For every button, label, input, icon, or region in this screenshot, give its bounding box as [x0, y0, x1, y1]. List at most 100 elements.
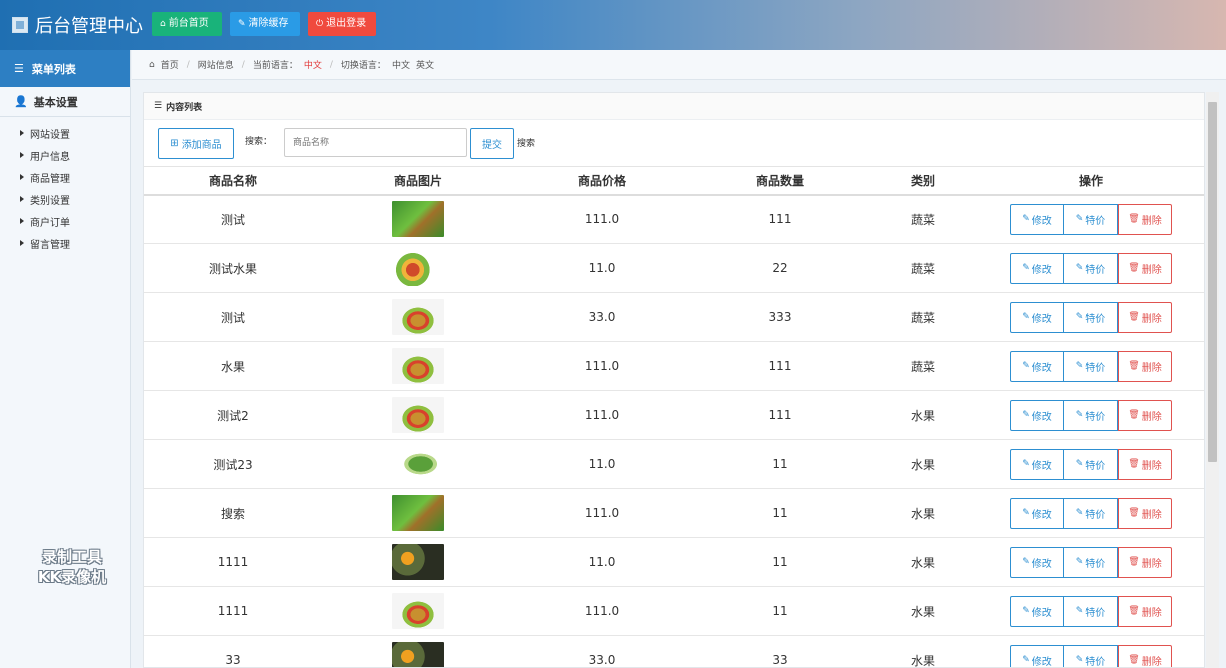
- product-quantity: 33: [690, 635, 870, 667]
- delete-button[interactable]: 🗑 删除: [1118, 644, 1172, 667]
- breadcrumb-home[interactable]: 首页: [161, 58, 179, 71]
- breadcrumb-page[interactable]: 网站信息: [198, 58, 234, 71]
- brand: 后台管理中心: [12, 12, 143, 38]
- special-price-button[interactable]: ✎ 特价: [1064, 497, 1118, 529]
- product-name: 测试: [144, 292, 322, 342]
- delete-button[interactable]: 🗑 删除: [1118, 350, 1172, 382]
- trash-icon: 🗑: [1128, 606, 1140, 616]
- search-label: 搜索：: [245, 137, 273, 147]
- sidebar-item-product-management[interactable]: 商品管理: [0, 166, 130, 188]
- sidebar-item-site-settings[interactable]: 网站设置: [0, 122, 130, 144]
- column-header-name: 商品名称: [144, 166, 322, 196]
- sidebar-item-label: 网站设置: [30, 129, 70, 141]
- special-price-button[interactable]: ✎ 特价: [1064, 399, 1118, 431]
- edit-icon: ✎: [1022, 214, 1030, 225]
- toolbar: ⊞ 添加商品 搜索： 提交 搜索: [144, 120, 1204, 166]
- special-price-button[interactable]: ✎ 特价: [1064, 301, 1118, 333]
- product-quantity: 11: [690, 586, 870, 636]
- caret-right-icon: [20, 152, 24, 158]
- watermark-line1: 录制工具: [41, 548, 102, 566]
- sidebar-item-category-settings[interactable]: 类别设置: [0, 188, 130, 210]
- edit-icon: ✎: [1075, 508, 1084, 518]
- row-actions: ✎ 修改 ✎ 特价 🗑 删除: [976, 292, 1204, 342]
- column-header-quantity: 商品数量: [690, 166, 870, 196]
- special-price-button[interactable]: ✎ 特价: [1064, 350, 1118, 382]
- delete-button[interactable]: 🗑 删除: [1118, 399, 1172, 431]
- breadcrumb-separator: /: [329, 59, 333, 70]
- table-row: 水果 111.0 111 蔬菜 ✎ 修改 ✎ 特价 🗑 删除: [144, 341, 1204, 391]
- search-input[interactable]: [284, 128, 467, 157]
- edit-button[interactable]: ✎ 修改: [1010, 203, 1064, 235]
- special-price-button[interactable]: ✎ 特价: [1064, 252, 1118, 284]
- product-image-cell: [322, 243, 514, 293]
- sidebar-item-label: 商品管理: [30, 173, 70, 185]
- product-image-cell: [322, 194, 514, 244]
- switch-language-english[interactable]: 英文: [416, 58, 434, 71]
- trash-icon: 🗑: [1128, 410, 1140, 420]
- table-row: 测试23 11.0 11 水果 ✎ 修改 ✎ 特价 🗑 删除: [144, 439, 1204, 489]
- delete-button[interactable]: 🗑 删除: [1118, 546, 1172, 578]
- edit-icon: ✎: [1075, 361, 1084, 371]
- sidebar-item-user-info[interactable]: 用户信息: [0, 144, 130, 166]
- special-price-button[interactable]: ✎ 特价: [1064, 644, 1118, 667]
- vertical-scrollbar[interactable]: [1206, 92, 1219, 668]
- switch-language-chinese[interactable]: 中文: [392, 58, 410, 71]
- table-row: 测试 33.0 333 蔬菜 ✎ 修改 ✎ 特价 🗑 删除: [144, 292, 1204, 342]
- add-product-button[interactable]: ⊞ 添加商品: [158, 128, 234, 159]
- edit-button[interactable]: ✎ 修改: [1010, 546, 1064, 578]
- delete-button[interactable]: 🗑 删除: [1118, 252, 1172, 284]
- product-quantity: 11: [690, 537, 870, 587]
- product-thumbnail: [392, 299, 444, 335]
- row-actions: ✎ 修改 ✎ 特价 🗑 删除: [976, 194, 1204, 244]
- product-price: 111.0: [514, 194, 690, 244]
- edit-icon: ✎: [1022, 312, 1030, 322]
- scrollbar-thumb[interactable]: [1208, 102, 1217, 462]
- product-quantity: 111: [690, 194, 870, 244]
- edit-icon: ✎: [1075, 606, 1084, 616]
- product-thumbnail: [392, 544, 444, 580]
- caret-right-icon: [20, 130, 24, 136]
- edit-button[interactable]: ✎ 修改: [1010, 399, 1064, 431]
- edit-button[interactable]: ✎ 修改: [1010, 350, 1064, 382]
- product-price: 111.0: [514, 488, 690, 538]
- special-price-button[interactable]: ✎ 特价: [1064, 546, 1118, 578]
- product-category: 水果: [870, 586, 976, 636]
- delete-button[interactable]: 🗑 删除: [1118, 448, 1172, 480]
- delete-button[interactable]: 🗑 删除: [1118, 301, 1172, 333]
- special-price-button[interactable]: ✎ 特价: [1064, 448, 1118, 480]
- sidebar-group-basic[interactable]: 👤 基本设置: [0, 87, 130, 117]
- edit-button[interactable]: ✎ 修改: [1010, 301, 1064, 333]
- trash-icon: 🗑: [1128, 263, 1140, 273]
- home-button-label: 前台首页: [168, 18, 209, 29]
- edit-button[interactable]: ✎ 修改: [1010, 644, 1064, 667]
- sidebar-item-message-management[interactable]: 留言管理: [0, 232, 130, 254]
- product-price: 33.0: [514, 635, 690, 667]
- clear-cache-button[interactable]: ✎ 清除缓存: [230, 12, 300, 36]
- special-price-button[interactable]: ✎ 特价: [1064, 595, 1118, 627]
- sidebar-item-merchant-orders[interactable]: 商户订单: [0, 210, 130, 232]
- delete-button[interactable]: 🗑 删除: [1118, 595, 1172, 627]
- edit-button[interactable]: ✎ 修改: [1010, 252, 1064, 284]
- home-button[interactable]: ⌂ 前台首页: [152, 12, 222, 36]
- product-thumbnail: [392, 397, 444, 433]
- edit-button[interactable]: ✎ 修改: [1010, 448, 1064, 480]
- submit-button[interactable]: 提交: [470, 128, 514, 159]
- table-body: 测试 111.0 111 蔬菜 ✎ 修改 ✎ 特价 🗑 删除 测试水果 11.0 22…: [144, 194, 1204, 667]
- product-table: 商品名称 商品图片 商品价格 商品数量 类别 操作 测试 111.0 111 蔬…: [144, 166, 1204, 667]
- product-quantity: 11: [690, 488, 870, 538]
- app-title: 后台管理中心: [35, 16, 143, 37]
- delete-button[interactable]: 🗑 删除: [1118, 203, 1172, 235]
- delete-button[interactable]: 🗑 删除: [1118, 497, 1172, 529]
- edit-button[interactable]: ✎ 修改: [1010, 595, 1064, 627]
- column-header-category: 类别: [870, 166, 976, 196]
- product-category: 蔬菜: [870, 243, 976, 293]
- logout-button[interactable]: ⏻ 退出登录: [308, 12, 376, 36]
- home-icon: ⌂: [149, 59, 155, 70]
- edit-button[interactable]: ✎ 修改: [1010, 497, 1064, 529]
- special-price-button[interactable]: ✎ 特价: [1064, 203, 1118, 235]
- action-button-group: ✎ 修改 ✎ 特价 🗑 删除: [1010, 301, 1172, 333]
- edit-icon: ✎: [1022, 557, 1030, 567]
- product-thumbnail: [392, 593, 444, 629]
- trash-icon: 🗑: [1128, 459, 1140, 469]
- sidebar-list: 网站设置 用户信息 商品管理 类别设置 商户订单 留言管理: [0, 117, 130, 254]
